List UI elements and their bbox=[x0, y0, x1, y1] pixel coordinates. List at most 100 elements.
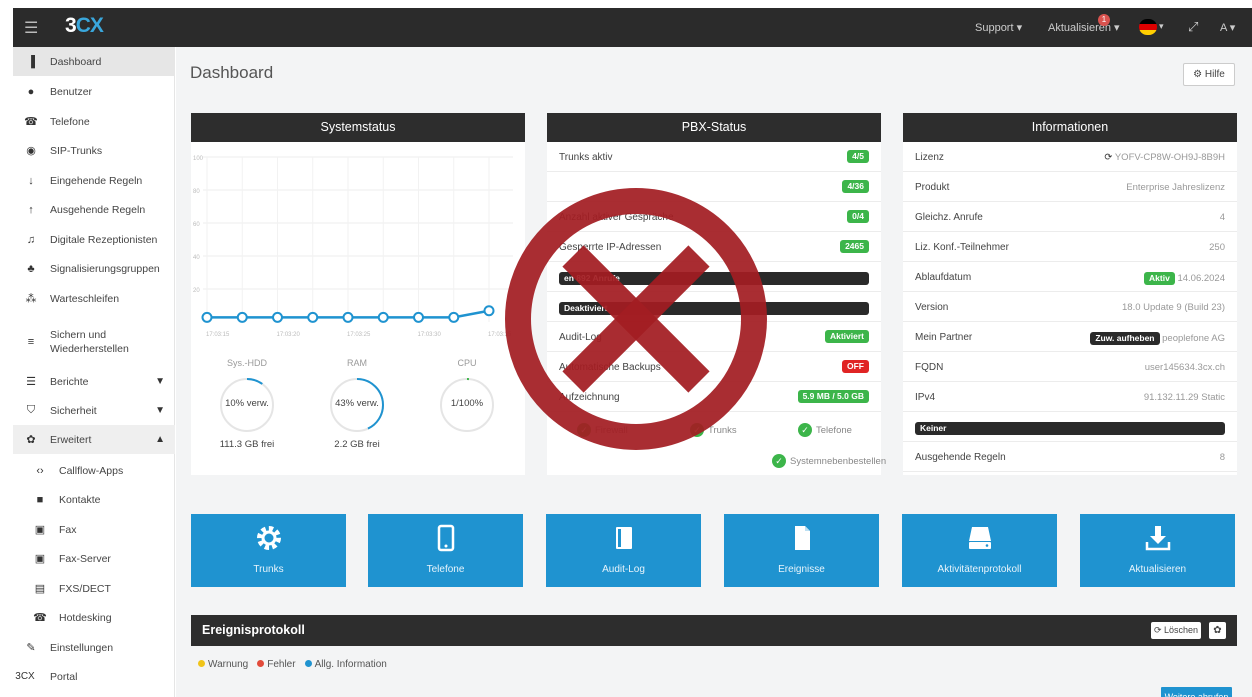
pbx-row: Gesperrte IP-Adressen 2465 bbox=[547, 232, 881, 262]
page-title: Dashboard bbox=[190, 63, 274, 82]
device-icon: ▤ bbox=[34, 583, 46, 595]
info-row-lizenz: Lizenz ⟳ YOFV-CP8W-OH9J-8B9H bbox=[903, 142, 1237, 172]
check-telefone[interactable]: ✓ Telefone bbox=[798, 423, 852, 437]
chevron-up-icon: ▲ bbox=[155, 434, 165, 445]
sidebar-item-sicherheit[interactable]: ⛉ Sicherheit ▼ bbox=[13, 396, 175, 425]
check-icon: ✓ bbox=[772, 454, 786, 468]
x-tick-label: 17:03:30 bbox=[418, 332, 442, 338]
pbx-row: Ruflisteen 892 Anrufe bbox=[547, 262, 881, 292]
y-tick-label: 60 bbox=[193, 222, 200, 228]
contacts-icon: ■ bbox=[36, 493, 44, 506]
sidebar-item-callflow-apps[interactable]: ‹› Callflow-Apps bbox=[13, 456, 175, 485]
tile-aktualisieren[interactable]: Aktualisieren bbox=[1080, 514, 1235, 587]
sidebar-item-digitale-rezeptionisten[interactable]: ♫ Digitale Rezeptionisten bbox=[13, 225, 175, 254]
gear-icon: ✿ bbox=[26, 434, 36, 446]
check-system[interactable]: ✓ Systemnebenbestellen bbox=[772, 454, 886, 468]
sidebar-item-sichern[interactable]: ≡ Sichern und Wiederherstellen bbox=[13, 324, 175, 360]
y-tick-label: 40 bbox=[193, 255, 200, 261]
hdd-gauge: Sys.-HDD 10% verw. 111.3 GB frei bbox=[219, 358, 275, 450]
language-flag-icon[interactable] bbox=[1139, 19, 1157, 35]
mobile-icon bbox=[368, 524, 523, 557]
check-icon: ✓ bbox=[577, 423, 591, 437]
check-trunks[interactable]: ✓ Trunks bbox=[690, 423, 737, 437]
sidebar-item-hotdesking[interactable]: ☎ Hotdesking bbox=[13, 603, 175, 632]
chart-y-ticks: 100 80 60 40 20 bbox=[193, 156, 204, 294]
info-row: Ausgehende Regeln 8 bbox=[903, 442, 1237, 472]
load-more-button[interactable]: Weitere abrufen bbox=[1161, 687, 1232, 697]
tile-telefone[interactable]: Telefone bbox=[368, 514, 523, 587]
sidebar-item-berichte[interactable]: ☰ Berichte ▼ bbox=[13, 367, 175, 396]
arrow-up-icon: ↑ bbox=[28, 203, 34, 216]
sidebar-item-telefone[interactable]: ☎ Telefone bbox=[13, 107, 175, 136]
user-menu[interactable]: A ▾ bbox=[1220, 21, 1235, 34]
pbx-status-panel: PBX-Status Trunks aktiv 4/5 4/36 Anzahl a… bbox=[547, 113, 886, 475]
fullscreen-icon[interactable]: ⤢ bbox=[1188, 19, 1198, 35]
sidebar-item-portal[interactable]: 3CX Portal bbox=[13, 662, 175, 691]
sidebar-item-dashboard[interactable]: ▐ Dashboard bbox=[13, 47, 175, 76]
globe-icon: ◉ bbox=[26, 145, 36, 157]
tile-ereignisse[interactable]: Ereignisse bbox=[724, 514, 879, 587]
panel-title: Informationen bbox=[903, 113, 1237, 142]
list-icon: ☰ bbox=[26, 376, 36, 388]
bar-chart-icon: ▐ bbox=[27, 55, 35, 68]
hamburger-menu-icon[interactable]: ☰ bbox=[24, 18, 38, 38]
ram-gauge: RAM 43% verw. 2.2 GB frei bbox=[311, 358, 403, 450]
sidebar-item-ausgehende-regeln[interactable]: ↑ Ausgehende Regeln bbox=[13, 195, 175, 224]
chart-x-ticks: 17:03:15 17:03:20 17:03:25 17:03:30 17:03:35 bbox=[206, 332, 512, 338]
tile-trunks[interactable]: Trunks bbox=[191, 514, 346, 587]
unassign-partner-button[interactable]: Zuw. aufheben bbox=[1090, 332, 1160, 345]
tile-audit-log[interactable]: Audit-Log bbox=[546, 514, 701, 587]
sidebar-item-kontakte[interactable]: ■ Kontakte bbox=[13, 485, 175, 514]
info-row: Version 18.0 Update 9 (Build 23) bbox=[903, 292, 1237, 322]
refresh-icon[interactable]: ⟳ bbox=[1104, 152, 1112, 163]
y-tick-label: 80 bbox=[193, 189, 200, 195]
cpu-gauge: CPU 1/100% bbox=[421, 358, 513, 439]
check-firewall[interactable]: ✓ Firewall bbox=[577, 423, 628, 437]
headset-icon: ♫ bbox=[26, 233, 36, 246]
sidebar-item-fax-server[interactable]: ▣ Fax-Server bbox=[13, 544, 175, 573]
sidebar-item-eingehende-regeln[interactable]: ↓ Eingehende Regeln bbox=[13, 166, 175, 195]
status-badge: Aktiv bbox=[1144, 272, 1175, 285]
check-icon: ✓ bbox=[798, 423, 812, 437]
shield-icon: ⛉ bbox=[26, 404, 36, 416]
sidebar-item-signalisierungsgruppen[interactable]: ♣ Signalisierungsgruppen bbox=[13, 254, 175, 283]
info-row: Ablaufdatum Aktiv 14.06.2024 bbox=[903, 262, 1237, 292]
group-icon: ♣ bbox=[27, 262, 35, 275]
legend-info: Allg. Information bbox=[304, 659, 387, 670]
support-menu[interactable]: Support ▾ bbox=[975, 21, 1022, 34]
sidebar-item-sip-trunks[interactable]: ◉ SIP-Trunks bbox=[13, 136, 175, 165]
sidebar-item-warteschleifen[interactable]: ⁂ Warteschleifen bbox=[13, 284, 175, 313]
help-button[interactable]: ⚙ Hilfe bbox=[1183, 63, 1235, 86]
sidebar-item-einstellungen[interactable]: ✎ Einstellungen bbox=[13, 633, 175, 662]
sidebar-item-benutzer[interactable]: ● Benutzer bbox=[13, 77, 175, 106]
phone-icon: ☎ bbox=[33, 612, 47, 624]
app-logo[interactable]: 3CX bbox=[65, 14, 104, 38]
download-icon bbox=[1080, 524, 1235, 557]
queue-icon: ⁂ bbox=[25, 293, 37, 305]
system-status-chart: 10080604020 17:03:15 17:03:20 17:03:25 17:0… bbox=[193, 156, 513, 338]
pbx-row: Automatische Backups OFF bbox=[547, 352, 881, 382]
x-tick-label: 17:03:35 bbox=[488, 332, 512, 338]
panel-title: PBX-Status bbox=[547, 113, 881, 142]
info-row: IPv6Keiner bbox=[903, 412, 1237, 442]
info-row: Liz. Konf.-Teilnehmer 250 bbox=[903, 232, 1237, 262]
tile-aktivitaetenprotokoll[interactable]: Aktivitätenprotokoll bbox=[902, 514, 1057, 587]
pbx-row: Chat-ProtokollDeaktiviert bbox=[547, 292, 881, 322]
x-tick-label: 17:03:25 bbox=[347, 332, 371, 338]
log-settings-gear-icon[interactable]: ✿ bbox=[1209, 622, 1226, 639]
file-icon bbox=[724, 524, 879, 557]
chevron-down-icon[interactable]: ▾ bbox=[1159, 21, 1164, 32]
arrow-down-icon: ↓ bbox=[28, 174, 34, 187]
info-row: Produkt Enterprise Jahreslizenz bbox=[903, 172, 1237, 202]
sidebar-item-erweitert[interactable]: ✿ Erweitert ▲ bbox=[13, 425, 175, 454]
legend-error: Fehler bbox=[257, 659, 296, 670]
sidebar-item-fxs-dect[interactable]: ▤ FXS/DECT bbox=[13, 574, 175, 603]
info-row: Mein Partner Zuw. aufheben peoplefone AG bbox=[903, 322, 1237, 352]
y-tick-label: 100 bbox=[193, 156, 204, 162]
sidebar: ▐ Dashboard ● Benutzer ☎ Telefone ◉ SIP-Trun… bbox=[13, 47, 175, 697]
pbx-row: Audit-Log Aktiviert bbox=[547, 322, 881, 352]
clear-log-button[interactable]: ⟳ Löschen bbox=[1151, 622, 1201, 639]
chart-grid bbox=[203, 156, 513, 322]
book-icon bbox=[546, 524, 701, 557]
sidebar-item-fax[interactable]: ▣ Fax bbox=[13, 515, 175, 544]
